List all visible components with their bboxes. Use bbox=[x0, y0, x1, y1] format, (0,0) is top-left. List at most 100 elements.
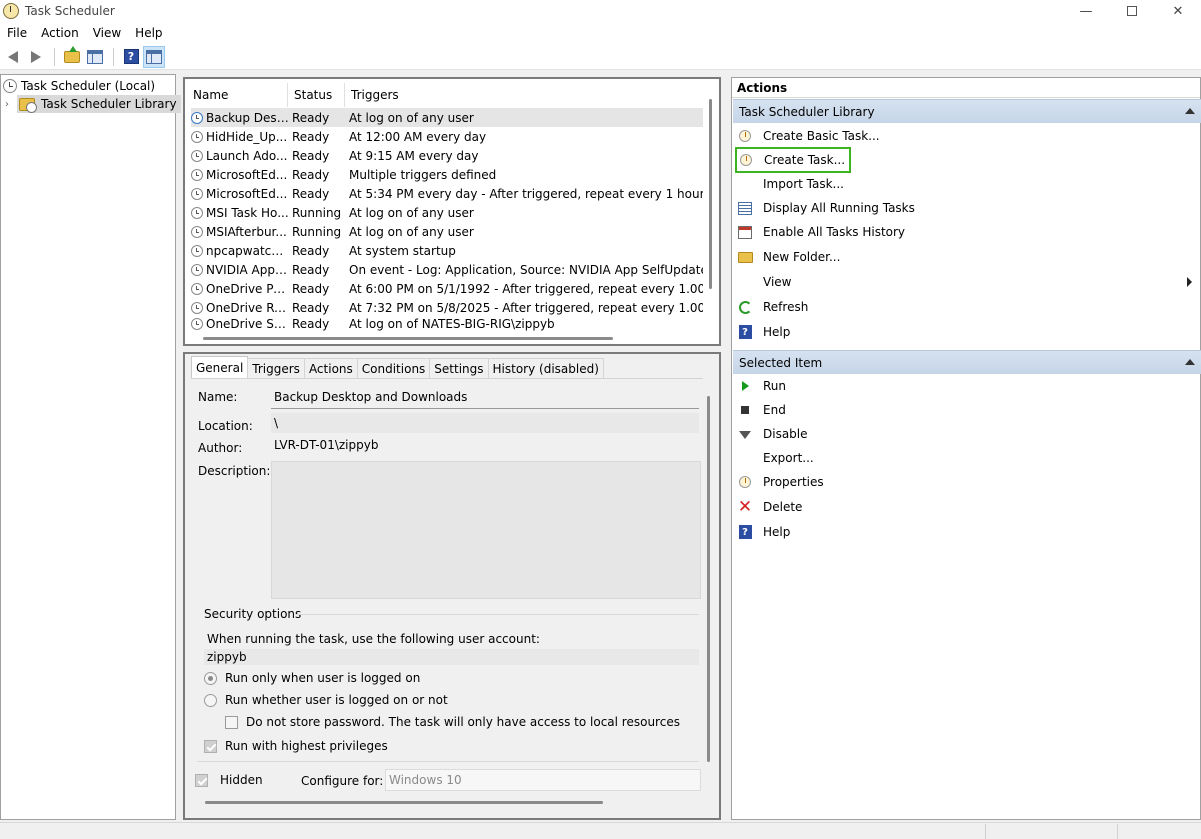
security-options-title: Security options bbox=[204, 607, 302, 621]
table-row[interactable]: OneDrive Pe... Ready At 6:00 PM on 5/1/1… bbox=[191, 279, 703, 298]
radio-run-whether-logged-on[interactable] bbox=[204, 693, 217, 707]
action-view[interactable]: View bbox=[737, 271, 1197, 293]
do-not-store-password-option[interactable]: Do not store password. The task will onl… bbox=[225, 715, 680, 729]
action-disable[interactable]: Disable bbox=[737, 423, 808, 445]
menu-view[interactable]: View bbox=[86, 26, 128, 40]
maximize-button[interactable] bbox=[1109, 0, 1155, 22]
action-display-running-tasks[interactable]: Display All Running Tasks bbox=[737, 197, 915, 219]
tab-actions[interactable]: Actions bbox=[303, 358, 358, 378]
table-row[interactable]: MicrosoftEd... Ready At 5:34 PM every da… bbox=[191, 184, 703, 203]
checkbox-do-not-store-password[interactable] bbox=[225, 715, 238, 729]
toolbar-separator bbox=[113, 47, 114, 66]
configure-for-select[interactable]: Windows 10 bbox=[385, 769, 701, 791]
stop-icon bbox=[741, 406, 749, 414]
task-trigger: At 6:00 PM on 5/1/1992 - After triggered… bbox=[349, 281, 703, 296]
task-clock-icon bbox=[191, 168, 203, 181]
table-row[interactable]: Launch Ado... Ready At 9:15 AM every day bbox=[191, 146, 703, 165]
column-header-name[interactable]: Name bbox=[187, 83, 288, 107]
menu-action[interactable]: Action bbox=[34, 26, 86, 40]
checkbox-hidden[interactable] bbox=[195, 773, 208, 787]
task-clock-icon bbox=[191, 149, 203, 162]
table-row[interactable]: Backup Desk... Ready At log on of any us… bbox=[191, 108, 703, 127]
collapse-caret-icon[interactable] bbox=[1185, 359, 1195, 365]
action-help-selected[interactable]: ? Help bbox=[737, 521, 790, 543]
checkbox-run-highest-privileges[interactable] bbox=[204, 739, 217, 753]
action-create-task-label: Create Task... bbox=[764, 153, 846, 167]
details-vertical-scrollbar[interactable] bbox=[707, 396, 710, 762]
minimize-button[interactable]: — bbox=[1063, 0, 1109, 22]
run-highest-privileges-label: Run with highest privileges bbox=[225, 739, 388, 753]
create-task-icon bbox=[740, 154, 752, 166]
action-end[interactable]: End bbox=[737, 399, 786, 421]
action-end-label: End bbox=[763, 403, 786, 417]
details-horizontal-scrollbar[interactable] bbox=[205, 801, 603, 804]
task-trigger: At log on of any user bbox=[349, 110, 474, 125]
status-divider bbox=[985, 824, 986, 839]
task-status: Ready bbox=[292, 167, 330, 182]
name-field[interactable]: Backup Desktop and Downloads bbox=[271, 385, 699, 409]
security-options-divider bbox=[295, 614, 699, 615]
task-name: MicrosoftEd... bbox=[206, 167, 288, 182]
run-whether-logged-on-option[interactable]: Run whether user is logged on or not bbox=[204, 693, 448, 707]
action-create-basic-task[interactable]: Create Basic Task... bbox=[737, 125, 880, 147]
action-delete-label: Delete bbox=[763, 500, 803, 514]
help-toolbar-button[interactable]: ? bbox=[120, 46, 142, 68]
hidden-option[interactable]: Hidden bbox=[195, 773, 263, 787]
run-only-logged-on-option[interactable]: Run only when user is logged on bbox=[204, 671, 420, 685]
forward-button[interactable] bbox=[25, 46, 47, 68]
column-header-status[interactable]: Status bbox=[288, 83, 345, 107]
task-clock-icon bbox=[191, 206, 203, 219]
action-delete[interactable]: ✕ Delete bbox=[737, 496, 803, 518]
tab-settings[interactable]: Settings bbox=[429, 358, 489, 378]
action-refresh[interactable]: Refresh bbox=[737, 296, 808, 318]
description-box[interactable] bbox=[271, 461, 701, 599]
task-list-horizontal-scrollbar[interactable] bbox=[203, 337, 613, 340]
tab-general[interactable]: General bbox=[191, 356, 249, 378]
column-header-triggers[interactable]: Triggers bbox=[345, 83, 705, 107]
task-name: OneDrive Re... bbox=[206, 300, 289, 315]
tab-triggers[interactable]: Triggers bbox=[247, 358, 305, 378]
tree-item-local[interactable]: Task Scheduler (Local) bbox=[3, 77, 155, 95]
table-row[interactable]: MSIAfterbur... Running At log on of any … bbox=[191, 222, 703, 241]
action-properties[interactable]: Properties bbox=[737, 471, 824, 493]
close-button[interactable]: ✕ bbox=[1155, 0, 1201, 22]
show-hide-console-tree-button[interactable] bbox=[84, 46, 106, 68]
section-selected-item[interactable]: Selected Item bbox=[733, 350, 1201, 374]
submenu-arrow-icon bbox=[1187, 277, 1192, 287]
maximize-icon bbox=[1127, 6, 1137, 16]
action-import-task[interactable]: Import Task... bbox=[737, 173, 844, 195]
action-create-task[interactable]: Create Task... bbox=[735, 147, 852, 173]
show-hide-action-pane-button[interactable] bbox=[143, 45, 165, 68]
location-field: \ bbox=[271, 413, 699, 433]
table-row[interactable]: npcapwatch... Ready At system startup bbox=[191, 241, 703, 260]
action-new-folder[interactable]: New Folder... bbox=[737, 246, 840, 268]
collapse-caret-icon[interactable] bbox=[1185, 108, 1195, 114]
menu-help[interactable]: Help bbox=[128, 26, 169, 40]
radio-run-only-logged-on[interactable] bbox=[204, 671, 217, 685]
table-row[interactable]: OneDrive St... Ready At log on of NATES-… bbox=[191, 317, 703, 331]
up-one-level-button[interactable] bbox=[61, 45, 83, 68]
table-row[interactable]: HidHide_Up... Ready At 12:00 AM every da… bbox=[191, 127, 703, 146]
back-button[interactable] bbox=[2, 46, 24, 68]
task-list-vertical-scrollbar[interactable] bbox=[709, 99, 712, 289]
action-help-library[interactable]: ? Help bbox=[737, 321, 790, 343]
running-tasks-icon bbox=[738, 201, 752, 215]
action-export[interactable]: Export... bbox=[737, 447, 814, 469]
task-name: NVIDIA App ... bbox=[206, 262, 289, 277]
tree-item-library-selected[interactable]: Task Scheduler Library bbox=[17, 95, 181, 113]
action-run[interactable]: Run bbox=[737, 375, 786, 397]
task-status: Running bbox=[292, 205, 342, 220]
play-icon bbox=[741, 381, 749, 391]
menu-file[interactable]: File bbox=[0, 26, 34, 40]
run-highest-privileges-option[interactable]: Run with highest privileges bbox=[204, 739, 388, 753]
table-row[interactable]: MicrosoftEd... Ready Multiple triggers d… bbox=[191, 165, 703, 184]
tab-history[interactable]: History (disabled) bbox=[487, 358, 604, 378]
table-row[interactable]: MSI Task Ho... Running At log on of any … bbox=[191, 203, 703, 222]
table-row[interactable]: OneDrive Re... Ready At 7:32 PM on 5/8/2… bbox=[191, 298, 703, 317]
tab-conditions[interactable]: Conditions bbox=[356, 358, 431, 378]
tree-item-library[interactable]: › Task Scheduler Library bbox=[5, 95, 181, 113]
table-row[interactable]: NVIDIA App ... Ready On event - Log: App… bbox=[191, 260, 703, 279]
chevron-right-icon[interactable]: › bbox=[5, 99, 17, 110]
section-task-scheduler-library[interactable]: Task Scheduler Library bbox=[733, 99, 1201, 123]
action-enable-history[interactable]: Enable All Tasks History bbox=[737, 221, 905, 243]
